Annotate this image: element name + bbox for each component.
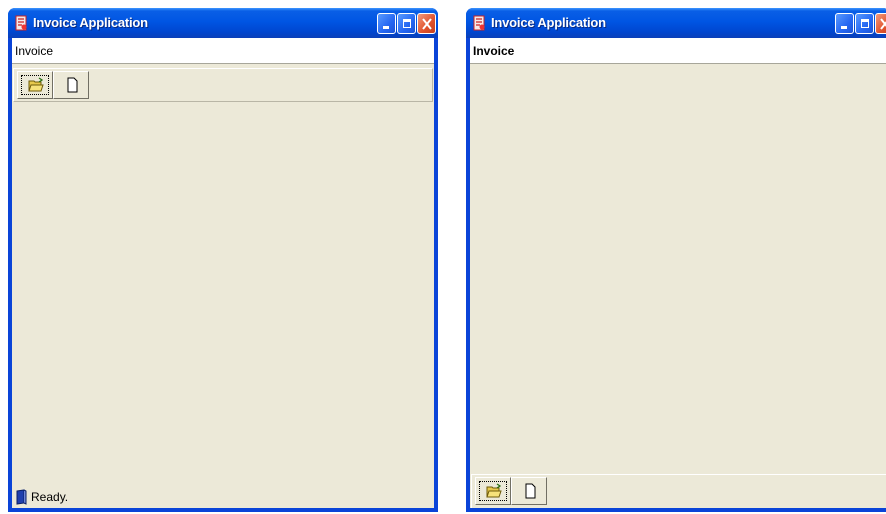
- maximize-button[interactable]: [397, 13, 416, 34]
- open-folder-icon: [28, 77, 44, 92]
- close-icon: [422, 18, 432, 30]
- close-icon: [880, 18, 886, 30]
- invoice-window-left: Invoice Application Invoice Ready.: [8, 8, 438, 512]
- minimize-icon: [383, 26, 389, 29]
- menu-bar: Invoice: [12, 38, 434, 64]
- minimize-button[interactable]: [835, 13, 854, 34]
- new-document-icon: [67, 77, 78, 93]
- title-bar[interactable]: Invoice Application: [466, 8, 886, 38]
- new-document-icon: [525, 483, 536, 499]
- client-area: Invoice: [12, 38, 434, 508]
- app-icon: [473, 15, 485, 31]
- open-button[interactable]: [475, 477, 511, 505]
- invoice-window-right: Invoice Application Invoice: [466, 8, 886, 512]
- maximize-icon: [403, 19, 411, 28]
- menu-bar: Invoice: [470, 38, 886, 64]
- app-icon: [15, 15, 27, 31]
- minimize-icon: [841, 26, 847, 29]
- minimize-button[interactable]: [377, 13, 396, 34]
- status-text: Ready.: [31, 490, 69, 504]
- new-button[interactable]: [511, 477, 547, 505]
- window-title: Invoice Application: [491, 15, 606, 30]
- book-icon: [16, 489, 27, 505]
- open-folder-icon: [486, 483, 502, 498]
- close-button[interactable]: [875, 13, 886, 34]
- desktop: Invoice Application Invoice Ready. Invoi…: [0, 0, 886, 514]
- maximize-button[interactable]: [855, 13, 874, 34]
- status-bar: Ready.: [12, 486, 434, 508]
- new-button[interactable]: [53, 71, 89, 99]
- menu-invoice[interactable]: Invoice: [15, 44, 53, 58]
- title-bar[interactable]: Invoice Application: [8, 8, 438, 38]
- menu-invoice[interactable]: Invoice: [473, 44, 514, 58]
- window-title: Invoice Application: [33, 15, 148, 30]
- open-button[interactable]: [17, 71, 53, 99]
- maximize-icon: [861, 19, 869, 28]
- toolbar: [13, 68, 433, 102]
- toolbar: [471, 474, 886, 508]
- client-area: Invoice: [470, 38, 886, 508]
- close-button[interactable]: [417, 13, 436, 34]
